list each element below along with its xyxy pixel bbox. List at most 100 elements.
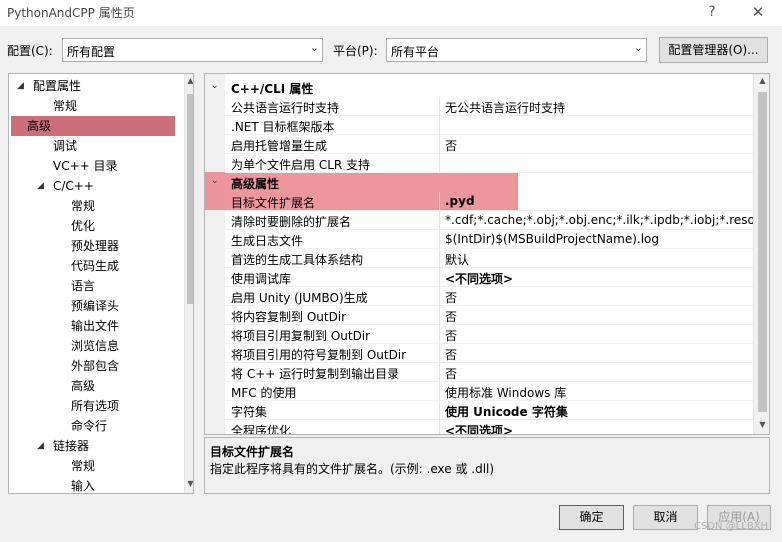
- expand-arrow-icon[interactable]: ◢: [17, 76, 24, 96]
- tree-scroll-thumb[interactable]: [187, 94, 193, 304]
- tree-item[interactable]: 常规: [9, 196, 179, 216]
- tree-item[interactable]: 调试: [9, 136, 179, 156]
- category-row[interactable]: ⌄ 高级属性: [205, 173, 754, 192]
- tree-item[interactable]: 语言: [9, 276, 179, 296]
- tree-item[interactable]: ◢ 链接器: [9, 436, 179, 456]
- config-manager-button[interactable]: 配置管理器(O)...: [659, 37, 768, 63]
- category-row[interactable]: ⌄ C++/CLI 属性: [205, 78, 754, 97]
- tree-item[interactable]: 浏览信息: [9, 336, 179, 356]
- tree-scrollbar[interactable]: ▲ ▼: [184, 74, 193, 493]
- property-row[interactable]: 字符集 使用 Unicode 字符集: [205, 401, 754, 420]
- collapse-arrow-icon[interactable]: ⌄: [211, 81, 219, 91]
- property-value[interactable]: 使用标准 Windows 库: [445, 384, 754, 401]
- tree-item[interactable]: 输入: [9, 476, 179, 493]
- property-row[interactable]: 将内容复制到 OutDir 否: [205, 306, 754, 325]
- property-row[interactable]: 将项目引用的符号复制到 OutDir 否: [205, 344, 754, 363]
- tree-item[interactable]: 常规: [9, 456, 179, 476]
- description-title: 目标文件扩展名: [210, 445, 295, 459]
- tree-item[interactable]: ◢ 配置属性: [9, 76, 179, 96]
- category-label: C++/CLI 属性: [231, 82, 314, 96]
- platform-value: 所有平台: [391, 45, 440, 59]
- property-name: 使用调试库: [231, 272, 292, 286]
- tree-item-label: 外部包含: [71, 359, 120, 373]
- tree-item[interactable]: 常规: [9, 96, 179, 116]
- property-value[interactable]: 否: [445, 327, 754, 344]
- tree-item[interactable]: ◢ C/C++: [9, 176, 179, 196]
- property-row[interactable]: 首选的生成工具体系结构 默认: [205, 249, 754, 268]
- tree-item-label: 调试: [53, 139, 78, 153]
- tree-item-label: 常规: [71, 459, 96, 473]
- scroll-up-icon[interactable]: ▲: [754, 76, 769, 85]
- property-row[interactable]: MFC 的使用 使用标准 Windows 库: [205, 382, 754, 401]
- tree-item[interactable]: 命令行: [9, 416, 179, 436]
- property-name: 将项目引用复制到 OutDir: [231, 329, 371, 343]
- config-dropdown[interactable]: 所有配置 ⌄: [62, 38, 323, 62]
- property-row[interactable]: .NET 目标框架版本: [205, 116, 754, 135]
- ok-button[interactable]: 确定: [559, 505, 624, 530]
- property-name: 启用 Unity (JUMBO)生成: [231, 291, 368, 305]
- property-row[interactable]: 全程序优化 <不同选项>: [205, 420, 754, 434]
- tree-item[interactable]: 预处理器: [9, 236, 179, 256]
- property-row[interactable]: 清除时要删除的扩展名 *.cdf;*.cache;*.obj;*.obj.enc;…: [205, 211, 754, 230]
- collapse-arrow-icon[interactable]: ⌄: [211, 176, 219, 186]
- property-value[interactable]: <不同选项>: [445, 422, 754, 434]
- tree-item[interactable]: 预编译头: [9, 296, 179, 316]
- description-panel: 目标文件扩展名 指定此程序将具有的文件扩展名。(示例: .exe 或 .dll): [204, 437, 770, 494]
- tree-item[interactable]: 优化: [9, 216, 179, 236]
- property-row[interactable]: 为单个文件启用 CLR 支持: [205, 154, 754, 173]
- tree-item-label: 高级: [27, 119, 52, 133]
- config-value: 所有配置: [67, 45, 116, 59]
- property-tree: ◢ 配置属性 常规 高级 调试 VC++ 目录 ◢ C/C++ 常规 优化 预处理器 代码生成 语言 预编…: [8, 73, 194, 494]
- property-name: 目标文件扩展名: [231, 196, 316, 210]
- tree-item-label: 链接器: [53, 439, 90, 453]
- cancel-button[interactable]: 取消: [633, 505, 698, 530]
- tree-item[interactable]: 高级: [9, 376, 179, 396]
- property-value[interactable]: 否: [445, 308, 754, 325]
- property-row[interactable]: 生成日志文件 $(IntDir)$(MSBuildProjectName).log: [205, 230, 754, 249]
- tree-item-label: 所有选项: [71, 399, 120, 413]
- scroll-down-icon[interactable]: ▼: [185, 479, 193, 488]
- window-title: PythonAndCPP 属性页: [7, 6, 135, 20]
- tree-item[interactable]: 代码生成: [9, 256, 179, 276]
- property-name: 公共语言运行时支持: [231, 101, 340, 115]
- property-value[interactable]: 默认: [445, 251, 754, 268]
- property-value[interactable]: 否: [445, 289, 754, 306]
- property-value[interactable]: 否: [445, 365, 754, 382]
- tree-item[interactable]: 高级: [11, 116, 175, 136]
- property-row[interactable]: 将 C++ 运行时复制到输出目录 否: [205, 363, 754, 382]
- property-value[interactable]: .pyd: [445, 194, 754, 208]
- tree-item[interactable]: 外部包含: [9, 356, 179, 376]
- platform-label: 平台(P):: [333, 44, 378, 58]
- property-name: 清除时要删除的扩展名: [231, 215, 352, 229]
- property-name: 为单个文件启用 CLR 支持: [231, 158, 371, 172]
- property-value[interactable]: $(IntDir)$(MSBuildProjectName).log: [445, 232, 754, 246]
- property-value[interactable]: 否: [445, 137, 754, 154]
- property-value[interactable]: <不同选项>: [445, 270, 754, 287]
- property-name: 将项目引用的符号复制到 OutDir: [231, 348, 407, 362]
- property-row[interactable]: 启用 Unity (JUMBO)生成 否: [205, 287, 754, 306]
- expand-arrow-icon[interactable]: ◢: [37, 436, 44, 456]
- tree-item[interactable]: VC++ 目录: [9, 156, 179, 176]
- close-button[interactable]: ✕: [738, 1, 778, 23]
- grid-scrollbar[interactable]: ▲ ▼: [753, 74, 769, 434]
- property-value[interactable]: 否: [445, 346, 754, 363]
- grid-scroll-thumb[interactable]: [758, 92, 767, 412]
- expand-arrow-icon[interactable]: ◢: [37, 176, 44, 196]
- scroll-up-icon[interactable]: ▲: [185, 76, 193, 85]
- tree-item-label: 配置属性: [33, 79, 82, 93]
- description-text: 指定此程序将具有的文件扩展名。(示例: .exe 或 .dll): [210, 462, 495, 476]
- property-row[interactable]: 使用调试库 <不同选项>: [205, 268, 754, 287]
- scroll-down-icon[interactable]: ▼: [754, 420, 769, 429]
- property-row[interactable]: 启用托管增量生成 否: [205, 135, 754, 154]
- tree-item[interactable]: 所有选项: [9, 396, 179, 416]
- help-button[interactable]: ?: [692, 1, 732, 23]
- property-row[interactable]: 公共语言运行时支持 无公共语言运行时支持: [205, 97, 754, 116]
- tree-item[interactable]: 输出文件: [9, 316, 179, 336]
- property-name: 启用托管增量生成: [231, 139, 328, 153]
- property-value[interactable]: 无公共语言运行时支持: [445, 99, 754, 116]
- property-row[interactable]: 将项目引用复制到 OutDir 否: [205, 325, 754, 344]
- platform-dropdown[interactable]: 所有平台 ⌄: [386, 38, 647, 62]
- property-row[interactable]: 目标文件扩展名 .pyd: [205, 192, 754, 211]
- property-value[interactable]: *.cdf;*.cache;*.obj;*.obj.enc;*.ilk;*.ip…: [445, 213, 754, 227]
- property-value[interactable]: 使用 Unicode 字符集: [445, 403, 754, 420]
